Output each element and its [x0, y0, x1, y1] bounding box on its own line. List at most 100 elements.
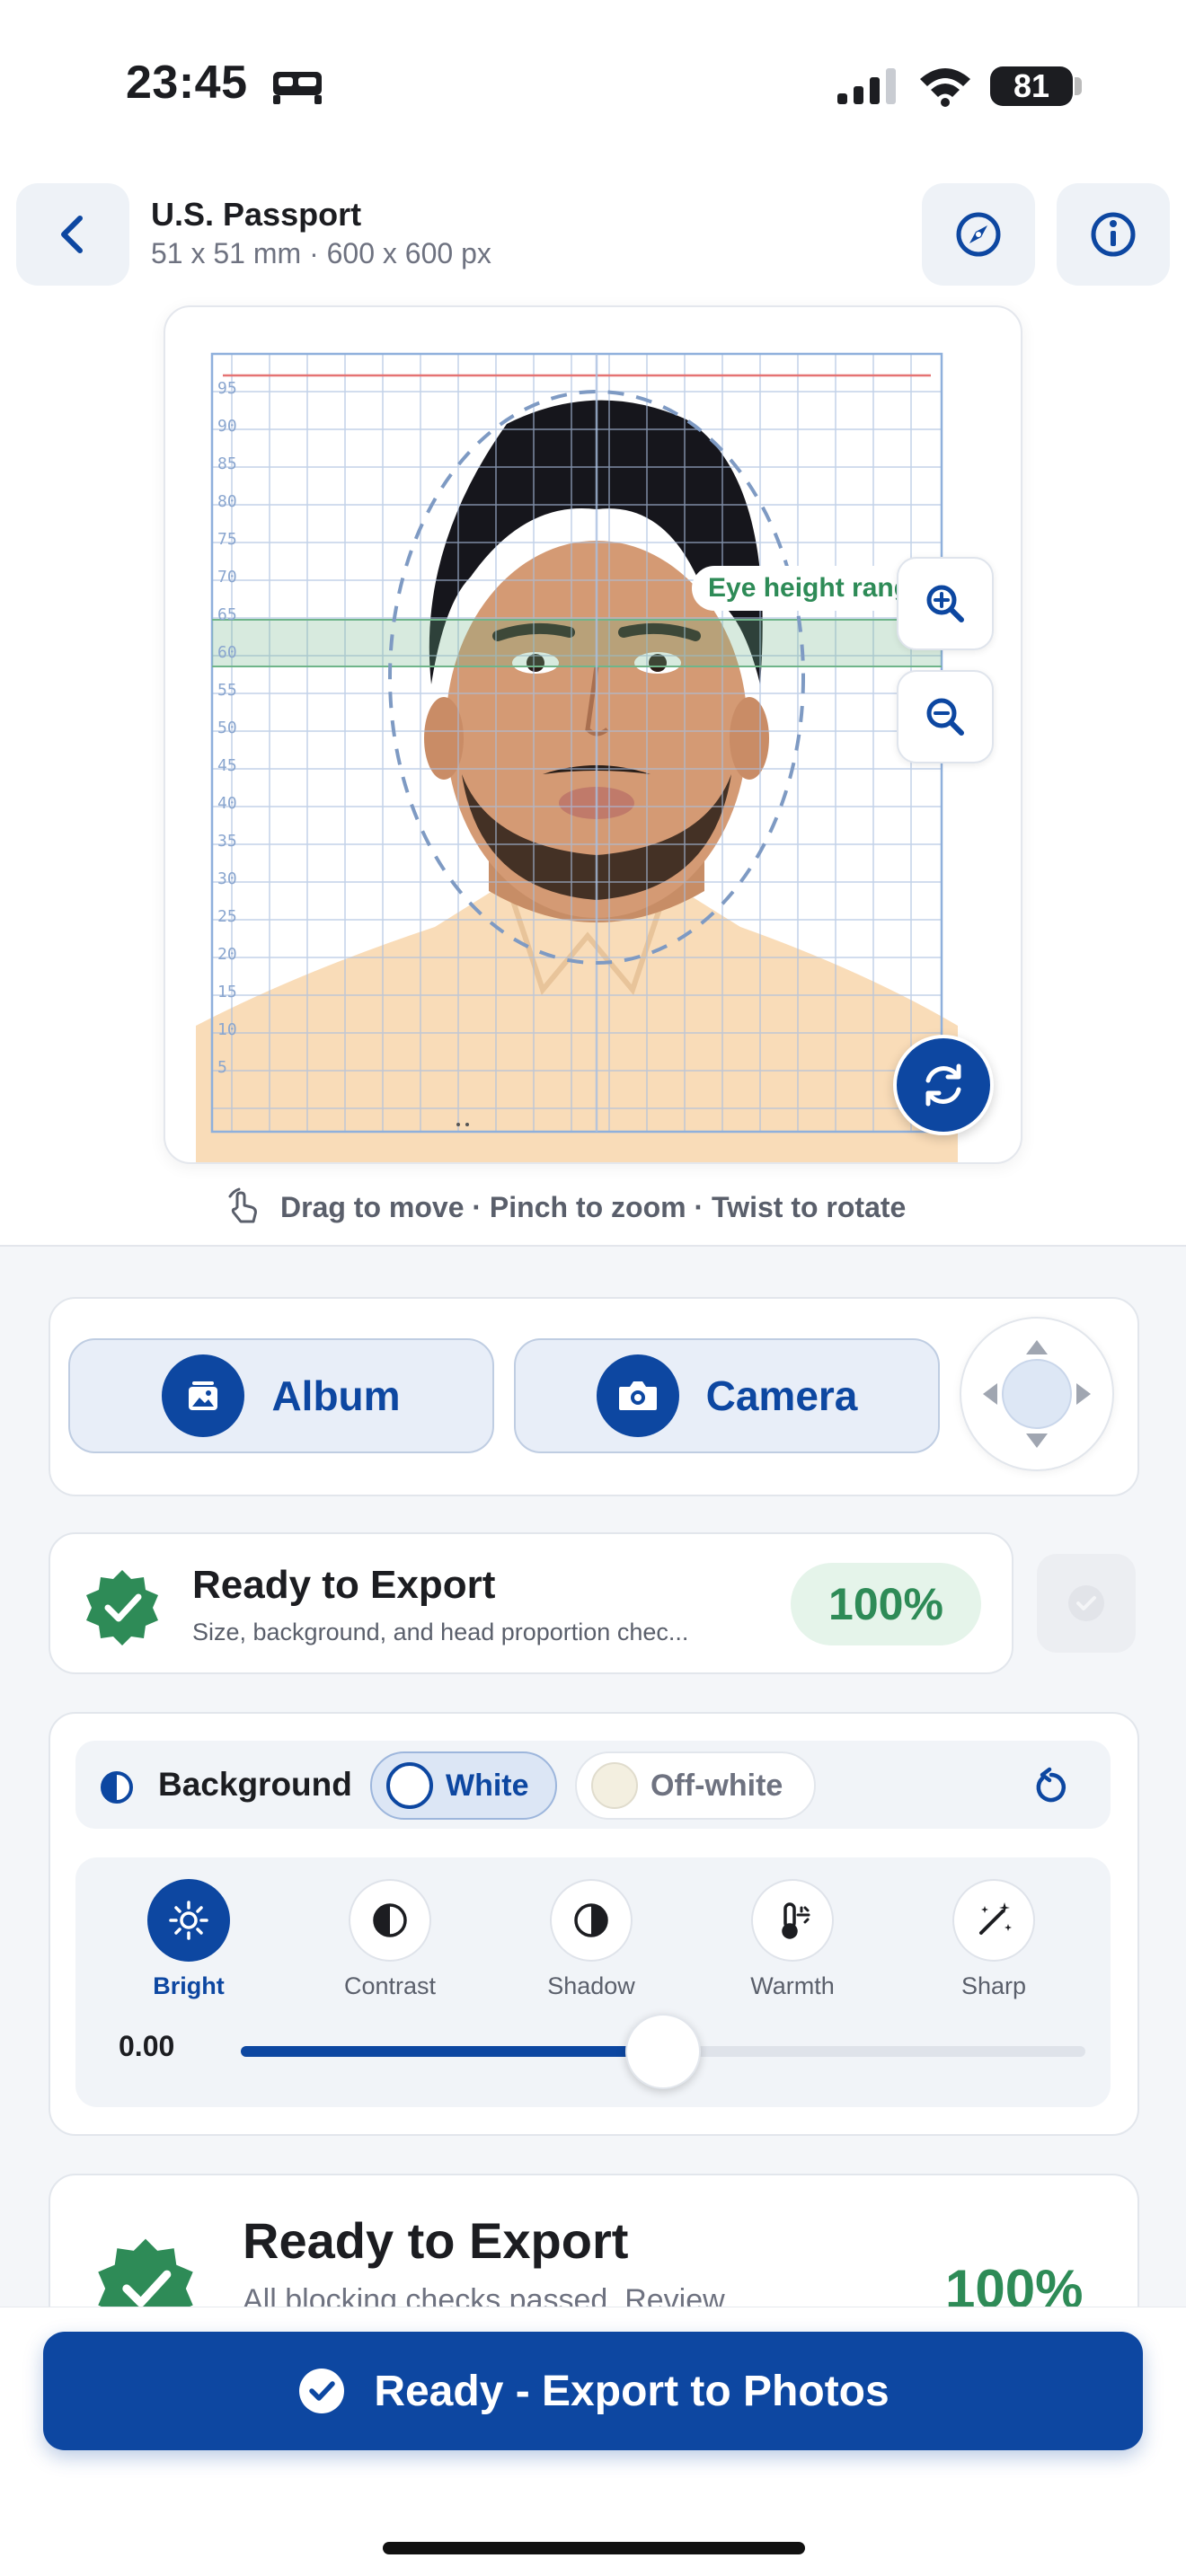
gesture-hint-text: Drag to move · Pinch to zoom · Twist to … [280, 1190, 907, 1223]
shadow-icon [574, 1903, 608, 1937]
back-chevron-icon [61, 216, 83, 253]
hand-gesture-icon [228, 1187, 257, 1223]
export-score-badge: 100% [791, 1563, 981, 1645]
ruler-tick: 55 [217, 681, 237, 700]
checkmark-icon [299, 2369, 345, 2413]
status-time: 23:45 [126, 57, 248, 109]
tool-contrast-circle [349, 1879, 431, 1962]
export-status-subtitle: Size, background, and head proportion ch… [192, 1619, 689, 1645]
rotate-reset-button[interactable] [893, 1035, 994, 1135]
tool-sharp-circle [952, 1879, 1035, 1962]
tool-warmth-circle [751, 1879, 834, 1962]
back-button[interactable] [16, 183, 129, 286]
document-title: U.S. Passport [151, 196, 362, 233]
background-option-label: White [446, 1768, 529, 1803]
ruler-tick: 20 [217, 945, 237, 964]
adjustment-slider-thumb[interactable] [625, 2014, 701, 2089]
zoom-in-icon [926, 585, 964, 622]
gesture-hint: Drag to move · Pinch to zoom · Twist to … [225, 1187, 997, 1227]
slider-value: 0.00 [119, 2030, 175, 2062]
ruler-tick: 25 [217, 907, 237, 926]
offwhite-swatch [591, 1762, 638, 1809]
album-label: Album [271, 1372, 401, 1419]
ruler-labels: 95 90 85 80 75 70 65 60 55 50 45 40 35 3… [217, 379, 253, 1116]
eye-height-label-text: Eye height range [708, 573, 925, 603]
wifi-icon [920, 68, 970, 107]
battery-nub [1075, 77, 1082, 95]
home-indicator [383, 2542, 805, 2554]
camera-icon-circle [596, 1354, 679, 1437]
ruler-tick: 70 [217, 568, 237, 587]
tool-bright-circle [147, 1879, 230, 1962]
album-icon [189, 1381, 218, 1410]
camera-icon [618, 1381, 657, 1410]
background-option-white[interactable]: White [370, 1751, 557, 1820]
ruler-tick: 15 [217, 983, 237, 1001]
dpad-icon[interactable] [960, 1317, 1114, 1471]
background-option-label: Off-white [651, 1768, 783, 1803]
magic-wand-icon [979, 1902, 1012, 1935]
signal-icon [837, 68, 896, 104]
zoom-in-button[interactable] [897, 557, 994, 650]
compass-icon [956, 212, 1001, 257]
reset-icon[interactable] [1030, 1766, 1071, 1807]
info-icon [1091, 212, 1136, 257]
photo-preview-card[interactable]: 95 90 85 80 75 70 65 60 55 50 45 40 35 3… [164, 305, 1022, 1164]
contrast-half-icon [101, 1771, 133, 1804]
ruler-tick: 65 [217, 605, 237, 624]
ruler-tick: 45 [217, 756, 237, 775]
tool-warmth[interactable]: Warmth [712, 1879, 873, 2000]
tool-label: Shadow [547, 1972, 635, 1999]
adjustment-slider-fill [241, 2046, 663, 2057]
ruler-tick: 80 [217, 492, 237, 511]
ruler-tick: 60 [217, 643, 237, 662]
tool-label: Contrast [343, 1972, 437, 1999]
summary-title: Ready to Export [243, 2212, 629, 2269]
bed-icon [273, 72, 322, 104]
status-bar: 23:45 81 [0, 0, 1186, 171]
camera-label: Camera [705, 1372, 858, 1419]
zoom-out-button[interactable] [897, 670, 994, 763]
ruler-tick: 75 [217, 530, 237, 549]
document-spec: 51 x 51 mm · 600 x 600 px [151, 237, 491, 269]
guidelines-button[interactable] [922, 183, 1035, 286]
contrast-icon [373, 1903, 407, 1937]
verified-badge-icon [86, 1570, 158, 1645]
album-icon-circle [162, 1354, 245, 1437]
camera-button[interactable]: Camera [514, 1338, 940, 1453]
tool-shadow-circle [550, 1879, 633, 1962]
photo-canvas[interactable] [165, 307, 1022, 1164]
white-swatch [386, 1762, 433, 1809]
ruler-tick: 95 [217, 379, 237, 398]
export-button-label: Ready - Export to Photos [374, 2367, 890, 2415]
tool-shadow[interactable]: Shadow [510, 1879, 672, 2000]
info-button[interactable] [1057, 183, 1170, 286]
export-status-title: Ready to Export [192, 1563, 496, 1607]
export-to-photos-button[interactable]: Ready - Export to Photos [43, 2332, 1143, 2450]
check-toggle-button[interactable] [1037, 1554, 1136, 1653]
eye-height-label: Eye height range [692, 566, 925, 611]
tool-contrast[interactable]: Contrast [309, 1879, 471, 2000]
eye-height-band [212, 620, 942, 666]
ruler-tick: 35 [217, 832, 237, 851]
tool-sharp[interactable]: Sharp [913, 1879, 1075, 2000]
ruler-tick: 40 [217, 794, 237, 813]
ruler-tick: 50 [217, 719, 237, 737]
ruler-tick: 30 [217, 869, 237, 888]
rotate-icon [925, 1063, 961, 1107]
album-button[interactable]: Album [68, 1338, 494, 1453]
ruler-tick: 90 [217, 417, 237, 436]
ruler-tick: 5 [217, 1058, 227, 1077]
battery-indicator: 81 [990, 66, 1073, 106]
tool-label: Sharp [960, 1972, 1027, 1999]
tool-label: Warmth [750, 1972, 835, 1999]
background-label: Background [158, 1766, 352, 1803]
brightness-icon [169, 1901, 208, 1940]
background-option-offwhite[interactable]: Off-white [575, 1751, 816, 1820]
check-circle-icon [1068, 1585, 1104, 1621]
tool-bright[interactable]: Bright [108, 1879, 270, 2000]
divider [0, 1245, 1186, 1247]
ruler-tick: 10 [217, 1020, 237, 1039]
position-dpad[interactable] [960, 1317, 1114, 1471]
zoom-out-icon [926, 698, 964, 736]
